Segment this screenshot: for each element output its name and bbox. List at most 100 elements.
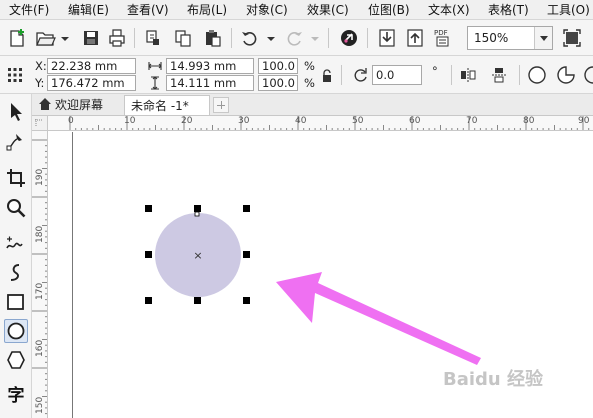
export-icon[interactable] — [404, 27, 426, 49]
ruler-label-v-text: 150 — [35, 396, 45, 414]
menu-object[interactable]: 对象(C) — [246, 2, 288, 18]
text-tool-icon[interactable]: 字 — [4, 384, 28, 408]
polygon-tool-icon[interactable] — [4, 348, 28, 372]
paste-icon[interactable] — [202, 27, 224, 49]
handle-middle-left[interactable] — [145, 251, 152, 258]
vertical-ruler[interactable]: 190 180 170 160 150 — [32, 131, 48, 418]
undo-dropdown-icon[interactable] — [260, 27, 275, 49]
rectangle-tool-icon[interactable] — [4, 290, 28, 314]
print-icon[interactable] — [106, 27, 128, 49]
artistic-media-tool-icon[interactable] — [4, 260, 28, 284]
ruler-origin[interactable] — [32, 116, 48, 131]
ellipse-tool-icon[interactable] — [4, 319, 28, 343]
handle-top-right[interactable] — [243, 205, 250, 212]
menu-tools[interactable]: 工具(O) — [547, 2, 590, 18]
ruler-label-v-text: 180 — [35, 225, 45, 243]
ellipse-mode-icon[interactable] — [527, 65, 547, 85]
pdf-label: PDF — [434, 29, 448, 37]
copy-icon[interactable] — [172, 27, 194, 49]
lock-ratio-icon[interactable] — [322, 69, 332, 83]
x-position-field[interactable]: 22.238 mm — [47, 58, 136, 74]
redo-icon[interactable] — [283, 27, 305, 49]
corel-connect-icon[interactable] — [338, 27, 360, 49]
menu-edit[interactable]: 编辑(E) — [68, 2, 109, 18]
height-icon — [150, 76, 160, 90]
chevron-down-icon[interactable] — [534, 27, 552, 49]
propbar-separator — [341, 65, 342, 85]
ruler-label-h: 40 — [295, 116, 307, 126]
handle-bottom-right[interactable] — [243, 297, 250, 304]
tab-document-label: 未命名 -1* — [131, 99, 189, 113]
handle-bottom-left[interactable] — [145, 297, 152, 304]
ruler-label-h: 80 — [523, 116, 535, 126]
ruler-label-v: 170 — [33, 283, 47, 303]
chevron-down-icon[interactable] — [54, 27, 69, 49]
scale-y-field[interactable]: 100.0 — [258, 75, 298, 91]
menu-text[interactable]: 文本(X) — [428, 2, 470, 18]
object-origin-icon[interactable] — [7, 67, 23, 83]
cut-icon[interactable] — [142, 27, 164, 49]
ruler-label-h: 30 — [238, 116, 250, 126]
rotation-field[interactable]: 0.0 — [372, 65, 422, 85]
horizontal-ruler[interactable]: 0 10 20 30 40 50 60 70 80 90 — [48, 116, 593, 131]
zoom-tool-icon[interactable] — [4, 196, 28, 220]
menu-view[interactable]: 查看(V) — [127, 2, 169, 18]
zoom-level-select[interactable]: 150% — [467, 26, 553, 50]
new-document-icon[interactable] — [6, 27, 28, 49]
y-label: Y: — [35, 76, 45, 90]
handle-bottom-middle[interactable] — [194, 297, 201, 304]
shape-tool-icon[interactable] — [4, 130, 28, 154]
property-bar: X: 22.238 mm Y: 176.472 mm 14.993 mm 14.… — [0, 56, 593, 94]
ruler-label-h: 50 — [352, 116, 364, 126]
standard-toolbar: PDF 150% — [0, 20, 593, 56]
percent-label-x: % — [304, 59, 315, 73]
ruler-label-v-text: 190 — [35, 168, 45, 186]
arc-mode-icon[interactable] — [582, 65, 593, 85]
add-tab-button[interactable] — [213, 97, 229, 113]
node-handle[interactable] — [194, 211, 200, 217]
x-label: X: — [35, 59, 47, 73]
ruler-label-h: 10 — [124, 116, 136, 126]
rotate-icon — [353, 67, 369, 83]
undo-icon[interactable] — [239, 27, 261, 49]
save-icon[interactable] — [80, 27, 102, 49]
center-mark: × — [193, 249, 202, 262]
menu-layout[interactable]: 布局(L) — [187, 2, 227, 18]
ruler-label-h: 90 — [578, 116, 590, 126]
handle-top-left[interactable] — [145, 205, 152, 212]
crop-tool-icon[interactable] — [4, 166, 28, 190]
ruler-label-v-text: 170 — [35, 282, 45, 300]
home-icon — [38, 97, 52, 111]
publish-pdf-icon[interactable]: PDF — [432, 27, 454, 49]
ruler-label-h: 20 — [181, 116, 193, 126]
mirror-horizontal-icon[interactable] — [459, 67, 477, 83]
y-position-field[interactable]: 176.472 mm — [47, 75, 136, 91]
open-folder-icon[interactable] — [34, 27, 56, 49]
menu-bar: 文件(F) 编辑(E) 查看(V) 布局(L) 对象(C) 效果(C) 位图(B… — [0, 0, 593, 20]
tab-welcome-screen[interactable]: 欢迎屏幕 — [32, 95, 122, 115]
import-icon[interactable] — [376, 27, 398, 49]
pick-tool-icon[interactable] — [4, 100, 28, 124]
pie-mode-icon[interactable] — [556, 65, 576, 85]
propbar-separator — [451, 65, 452, 85]
tab-document[interactable]: 未命名 -1* — [124, 95, 210, 115]
ruler-label-v-text: 160 — [35, 339, 45, 357]
menu-file[interactable]: 文件(F) — [9, 2, 49, 18]
mirror-vertical-icon[interactable] — [490, 67, 508, 83]
width-field[interactable]: 14.993 mm — [166, 58, 254, 74]
redo-dropdown-icon[interactable] — [304, 27, 319, 49]
full-screen-icon[interactable] — [561, 27, 583, 49]
toolbar-separator — [134, 28, 135, 48]
scale-x-field[interactable]: 100.0 — [258, 58, 298, 74]
height-field[interactable]: 14.111 mm — [166, 75, 254, 91]
handle-middle-right[interactable] — [243, 251, 250, 258]
ruler-label-v: 190 — [33, 169, 47, 189]
menu-effects[interactable]: 效果(C) — [307, 2, 349, 18]
document-tab-bar: 欢迎屏幕 未命名 -1* — [32, 94, 593, 116]
handle-top-middle[interactable] — [194, 205, 201, 212]
menu-table[interactable]: 表格(T) — [488, 2, 529, 18]
propbar-separator — [519, 65, 520, 85]
annotation-arrow — [276, 272, 481, 365]
menu-bitmaps[interactable]: 位图(B) — [368, 2, 410, 18]
freehand-tool-icon[interactable] — [4, 232, 28, 256]
